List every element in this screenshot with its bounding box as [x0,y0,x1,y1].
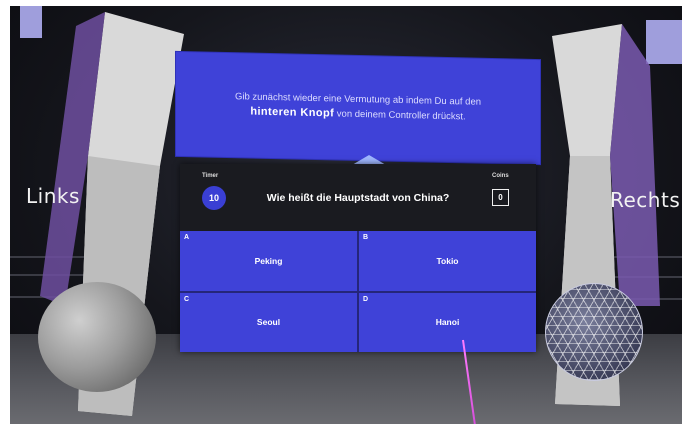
right-controller-mesh-sphere[interactable] [545,283,643,381]
instruction-banner: Gib zunächst wieder eine Vermutung ab in… [176,51,540,165]
answer-button-a[interactable]: A Peking [180,231,357,291]
answer-letter: D [363,295,369,303]
answer-letter: A [184,234,190,241]
instruction-line2: von deinem Controller drückst. [334,108,466,123]
answer-text: Tokio [436,255,459,266]
answer-text: Seoul [256,317,281,328]
answer-text: Peking [254,255,283,266]
question-bar: Timer 10 Wie heißt die Hauptstadt von Ch… [180,164,536,231]
answer-text: Hanoi [435,317,460,328]
coins-value: 0 [492,189,509,206]
question-text: Wie heißt die Hauptstadt von China? [266,192,450,204]
coins-label: Coins [492,173,509,179]
answer-letter: C [184,295,190,303]
instruction-bold: hinteren Knopf [250,105,335,120]
left-label: Links [26,184,80,208]
quiz-board: Timer 10 Wie heißt die Hauptstadt von Ch… [180,164,536,352]
answer-button-c[interactable]: C Seoul [180,292,357,352]
answer-button-b[interactable]: B Tokio [359,231,536,291]
right-label: Rechts [610,188,681,212]
instruction-text: Gib zunächst wieder eine Vermutung ab in… [235,91,481,124]
timer-label: Timer [202,173,219,179]
answer-letter: B [363,234,369,241]
answer-button-d[interactable]: D Hanoi [359,292,536,352]
timer-value: 10 [202,186,226,210]
left-controller-sphere[interactable] [38,282,156,392]
answers-grid: A Peking B Tokio C Seoul D Hanoi [180,231,536,352]
